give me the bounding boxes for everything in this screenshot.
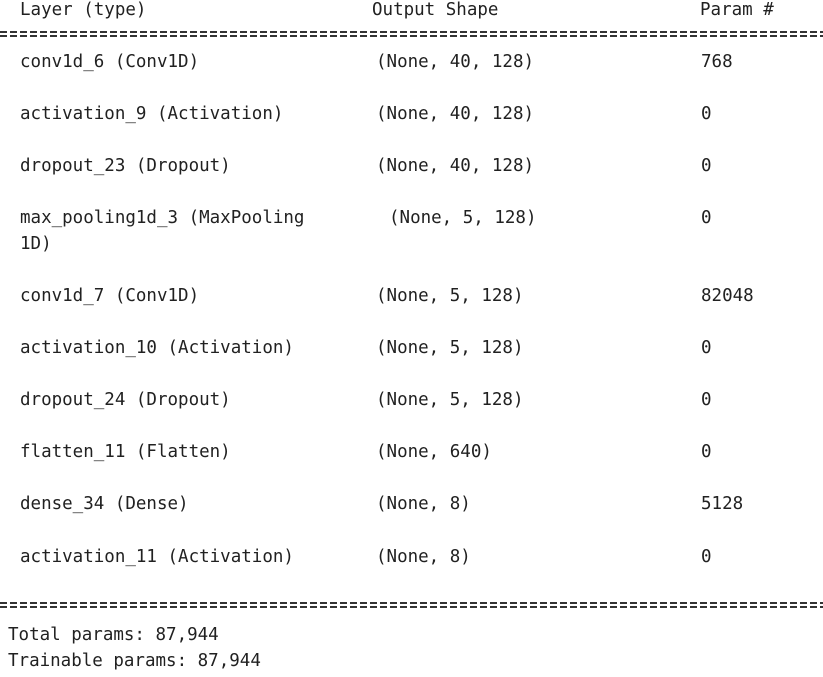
- row-layer-name: dense_34 (Dense): [20, 494, 189, 514]
- row-output-shape: (None, 640): [376, 442, 492, 462]
- trainable-params: Trainable params: 87,944: [8, 651, 261, 671]
- column-header-output-shape: Output Shape: [372, 0, 499, 20]
- row-output-shape: (None, 40, 128): [376, 104, 535, 124]
- row-layer-name: conv1d_6 (Conv1D): [20, 52, 200, 72]
- row-param-count: 0: [701, 208, 712, 228]
- column-header-param: Param #: [700, 0, 774, 20]
- row-output-shape: (None, 8): [376, 494, 471, 514]
- row-output-shape: (None, 5, 128): [376, 338, 524, 358]
- row-layer-name: max_pooling1d_3 (MaxPooling: [20, 208, 305, 228]
- row-output-shape: (None, 8): [376, 547, 471, 567]
- row-param-count: 768: [701, 52, 733, 72]
- row-param-count: 0: [701, 104, 712, 124]
- row-param-count: 5128: [701, 494, 744, 514]
- row-param-count: 82048: [701, 286, 754, 306]
- row-layer-name: flatten_11 (Flatten): [20, 442, 231, 462]
- row-layer-name: activation_10 (Activation): [20, 338, 294, 358]
- row-param-count: 0: [701, 390, 712, 410]
- row-param-count: 0: [701, 547, 712, 567]
- row-param-count: 0: [701, 442, 712, 462]
- footer-divider: [0, 601, 823, 610]
- column-header-layer: Layer (type): [20, 0, 147, 20]
- header-divider: [0, 30, 823, 39]
- model-summary-output: { "header": { "layer_col": "Layer (type)…: [0, 0, 823, 677]
- row-param-count: 0: [701, 338, 712, 358]
- row-layer-name: conv1d_7 (Conv1D): [20, 286, 200, 306]
- row-layer-name: dropout_23 (Dropout): [20, 156, 231, 176]
- row-output-shape: (None, 40, 128): [376, 156, 535, 176]
- row-layer-name: activation_11 (Activation): [20, 547, 294, 567]
- row-param-count: 0: [701, 156, 712, 176]
- row-output-shape: (None, 5, 128): [389, 208, 537, 228]
- total-params: Total params: 87,944: [8, 625, 219, 645]
- row-output-shape: (None, 5, 128): [376, 286, 524, 306]
- row-output-shape: (None, 40, 128): [376, 52, 535, 72]
- row-output-shape: (None, 5, 128): [376, 390, 524, 410]
- row-layer-name: dropout_24 (Dropout): [20, 390, 231, 410]
- row-layer-name-continuation: 1D): [20, 234, 52, 254]
- row-layer-name: activation_9 (Activation): [20, 104, 284, 124]
